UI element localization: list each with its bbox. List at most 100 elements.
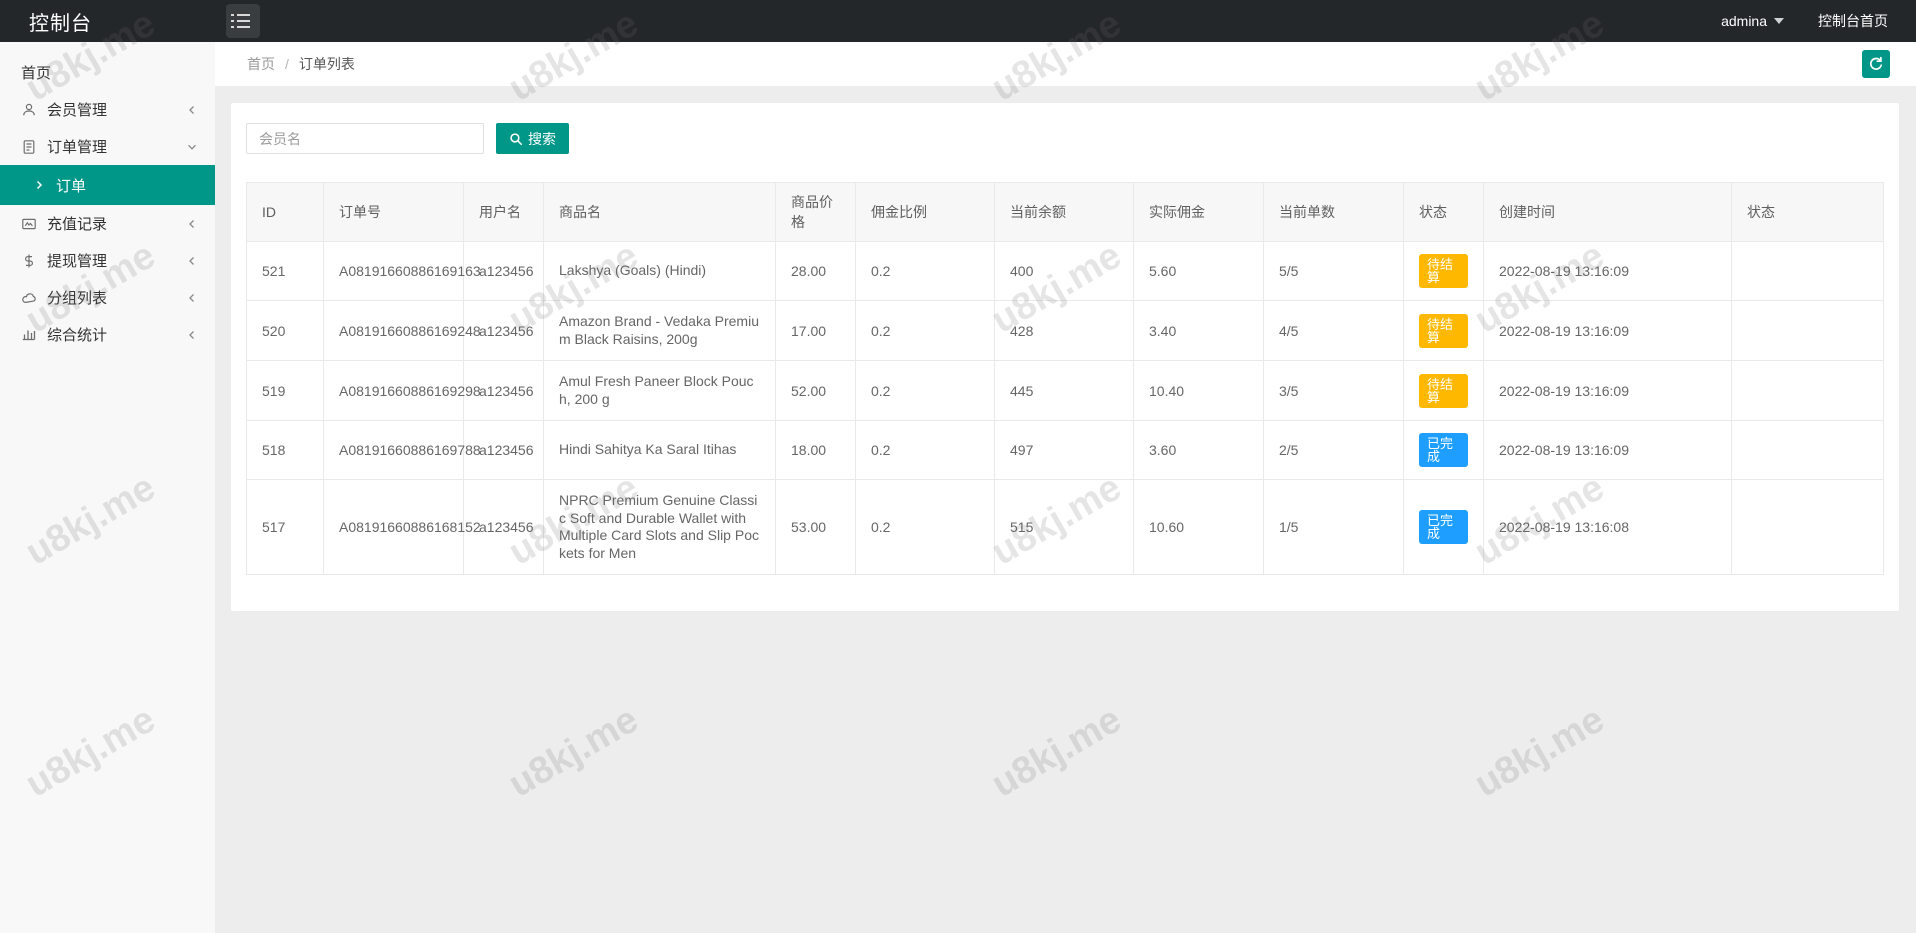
sidebar-item-label: 分组列表 bbox=[47, 287, 187, 308]
cell-extra bbox=[1732, 480, 1884, 575]
sidebar-item-6[interactable]: 分组列表 bbox=[0, 279, 215, 316]
cell-commission: 10.40 bbox=[1134, 361, 1264, 421]
sidebar-item-5[interactable]: 提现管理 bbox=[0, 242, 215, 279]
user-menu[interactable]: admina bbox=[1721, 13, 1784, 29]
cell-ratio: 0.2 bbox=[856, 301, 995, 361]
cell-created: 2022-08-19 13:16:09 bbox=[1484, 242, 1732, 301]
sidebar-item-1[interactable]: 会员管理 bbox=[0, 91, 215, 128]
main-area: 首页 / 订单列表 搜索 bbox=[215, 42, 1916, 933]
cell-commission: 10.60 bbox=[1134, 480, 1264, 575]
column-header: 当前单数 bbox=[1264, 183, 1404, 242]
cell-product: Amazon Brand - Vedaka Premium Black Rais… bbox=[544, 301, 776, 361]
sidebar-item-4[interactable]: 充值记录 bbox=[0, 205, 215, 242]
table-row: 518A08191660886169788a123456Hindi Sahity… bbox=[247, 421, 1884, 480]
cell-balance: 400 bbox=[995, 242, 1134, 301]
status-badge: 已完成 bbox=[1419, 433, 1468, 467]
cell-balance: 445 bbox=[995, 361, 1134, 421]
withdraw-icon bbox=[21, 253, 47, 269]
content: 搜索 ID订单号用户名商品名商品价格佣金比例当前余额实际佣金当前单数状态创建时间… bbox=[215, 86, 1916, 933]
sidebar-item-0[interactable]: 首页 bbox=[0, 54, 215, 91]
stats-icon bbox=[21, 327, 47, 343]
cell-balance: 497 bbox=[995, 421, 1134, 480]
cell-order-no: A08191660886169248 bbox=[324, 301, 464, 361]
table-row: 521A08191660886169163a123456Lakshya (Goa… bbox=[247, 242, 1884, 301]
sidebar-item-label: 订单 bbox=[56, 175, 197, 196]
orders-card: 搜索 ID订单号用户名商品名商品价格佣金比例当前余额实际佣金当前单数状态创建时间… bbox=[231, 103, 1899, 611]
column-header: ID bbox=[247, 183, 324, 242]
cell-status: 已完成 bbox=[1404, 421, 1484, 480]
column-header: 创建时间 bbox=[1484, 183, 1732, 242]
search-button[interactable]: 搜索 bbox=[496, 123, 569, 154]
chevron-down-icon bbox=[1774, 18, 1784, 24]
sidebar-item-label: 提现管理 bbox=[47, 250, 187, 271]
recharge-icon bbox=[21, 216, 47, 232]
refresh-icon bbox=[1868, 56, 1884, 72]
refresh-button[interactable] bbox=[1862, 50, 1890, 78]
order-icon bbox=[21, 139, 47, 155]
sidebar-item-label: 充值记录 bbox=[47, 213, 187, 234]
chevron-left-icon bbox=[187, 105, 197, 115]
chevron-left-icon bbox=[187, 219, 197, 229]
cell-price: 28.00 bbox=[776, 242, 856, 301]
column-header: 商品名 bbox=[544, 183, 776, 242]
column-header: 订单号 bbox=[324, 183, 464, 242]
cell-extra bbox=[1732, 421, 1884, 480]
cell-commission: 3.60 bbox=[1134, 421, 1264, 480]
cell-product: Hindi Sahitya Ka Saral Itihas bbox=[544, 421, 776, 480]
sidebar-item-2[interactable]: 订单管理 bbox=[0, 128, 215, 165]
search-row: 搜索 bbox=[246, 123, 1884, 154]
cell-status: 已完成 bbox=[1404, 480, 1484, 575]
status-badge: 待结算 bbox=[1419, 314, 1468, 348]
cell-order-no: A08191660886169298 bbox=[324, 361, 464, 421]
column-header: 商品价格 bbox=[776, 183, 856, 242]
cell-count: 4/5 bbox=[1264, 301, 1404, 361]
column-header: 状态 bbox=[1404, 183, 1484, 242]
sidebar-item-7[interactable]: 综合统计 bbox=[0, 316, 215, 353]
chevron-right-icon bbox=[34, 180, 44, 190]
search-button-label: 搜索 bbox=[528, 129, 556, 149]
orders-table: ID订单号用户名商品名商品价格佣金比例当前余额实际佣金当前单数状态创建时间状态 … bbox=[246, 182, 1884, 575]
cell-ratio: 0.2 bbox=[856, 421, 995, 480]
sidebar-item-3-active[interactable]: 订单 bbox=[0, 165, 215, 205]
column-header: 用户名 bbox=[464, 183, 544, 242]
cell-product: Amul Fresh Paneer Block Pouch, 200 g bbox=[544, 361, 776, 421]
user-icon bbox=[21, 102, 47, 118]
cell-created: 2022-08-19 13:16:09 bbox=[1484, 421, 1732, 480]
table-header-row: ID订单号用户名商品名商品价格佣金比例当前余额实际佣金当前单数状态创建时间状态 bbox=[247, 183, 1884, 242]
sidebar-toggle-button[interactable] bbox=[226, 4, 260, 38]
console-home-link[interactable]: 控制台首页 bbox=[1818, 11, 1888, 31]
column-header: 实际佣金 bbox=[1134, 183, 1264, 242]
cell-status: 待结算 bbox=[1404, 301, 1484, 361]
sidebar-item-label: 综合统计 bbox=[47, 324, 187, 345]
sidebar: 首页会员管理订单管理订单充值记录提现管理分组列表综合统计 bbox=[0, 42, 215, 933]
cell-count: 2/5 bbox=[1264, 421, 1404, 480]
cell-count: 5/5 bbox=[1264, 242, 1404, 301]
status-badge: 待结算 bbox=[1419, 254, 1468, 288]
member-name-input[interactable] bbox=[246, 123, 484, 154]
status-badge: 待结算 bbox=[1419, 374, 1468, 408]
chevron-left-icon bbox=[187, 293, 197, 303]
cell-id: 520 bbox=[247, 301, 324, 361]
cell-product: Lakshya (Goals) (Hindi) bbox=[544, 242, 776, 301]
cell-created: 2022-08-19 13:16:09 bbox=[1484, 361, 1732, 421]
breadcrumb-home-link[interactable]: 首页 bbox=[247, 54, 275, 74]
breadcrumb-separator: / bbox=[285, 56, 289, 72]
cell-order-no: A08191660886169788 bbox=[324, 421, 464, 480]
column-header: 状态 bbox=[1732, 183, 1884, 242]
status-badge: 已完成 bbox=[1419, 510, 1468, 544]
cell-created: 2022-08-19 13:16:09 bbox=[1484, 301, 1732, 361]
cell-created: 2022-08-19 13:16:08 bbox=[1484, 480, 1732, 575]
cell-id: 519 bbox=[247, 361, 324, 421]
sidebar-item-label: 首页 bbox=[21, 62, 197, 83]
cell-count: 1/5 bbox=[1264, 480, 1404, 575]
chevron-down-icon bbox=[187, 142, 197, 152]
cell-price: 17.00 bbox=[776, 301, 856, 361]
sidebar-item-label: 会员管理 bbox=[47, 99, 187, 120]
cell-ratio: 0.2 bbox=[856, 242, 995, 301]
cell-price: 18.00 bbox=[776, 421, 856, 480]
group-icon bbox=[21, 290, 47, 306]
chevron-left-icon bbox=[187, 330, 197, 340]
cell-extra bbox=[1732, 301, 1884, 361]
table-row: 517A08191660886168152a123456NPRC Premium… bbox=[247, 480, 1884, 575]
cell-balance: 428 bbox=[995, 301, 1134, 361]
